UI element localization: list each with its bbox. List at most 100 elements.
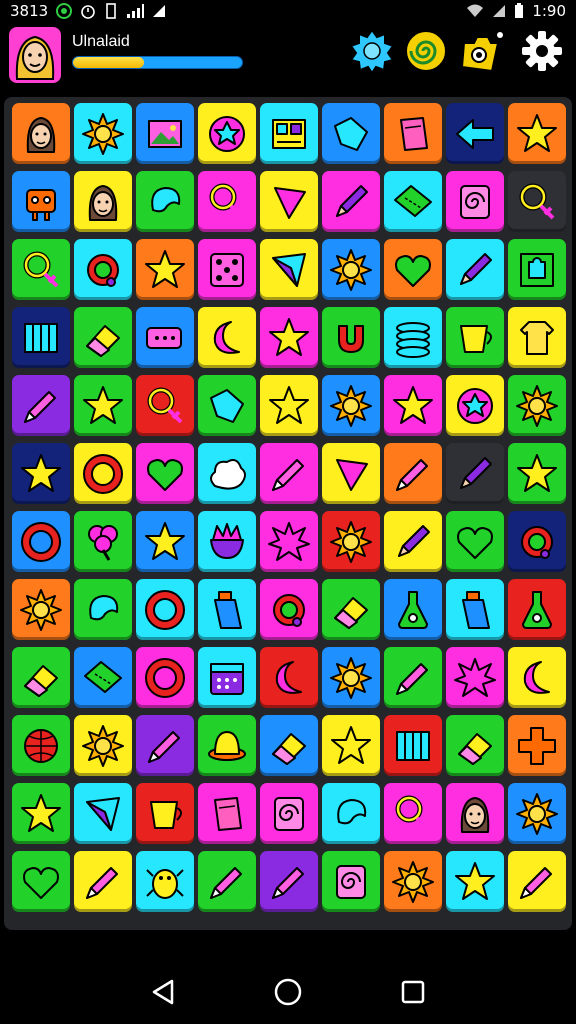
board-tile[interactable] <box>508 783 566 844</box>
board-tile[interactable] <box>508 511 566 572</box>
board-tile[interactable] <box>322 511 380 572</box>
board-tile[interactable] <box>136 511 194 572</box>
board-tile[interactable] <box>260 647 318 708</box>
board-tile[interactable] <box>136 851 194 912</box>
board-tile[interactable] <box>322 239 380 300</box>
board-tile[interactable] <box>260 783 318 844</box>
board-tile[interactable] <box>260 103 318 164</box>
board-tile[interactable] <box>446 851 504 912</box>
board-tile[interactable] <box>508 103 566 164</box>
board-tile[interactable] <box>446 443 504 504</box>
board-tile[interactable] <box>12 579 70 640</box>
board-tile[interactable] <box>322 171 380 232</box>
board-tile[interactable] <box>198 171 256 232</box>
board-tile[interactable] <box>136 443 194 504</box>
board-tile[interactable] <box>508 375 566 436</box>
board-tile[interactable] <box>12 375 70 436</box>
board-tile[interactable] <box>446 307 504 368</box>
board-tile[interactable] <box>446 511 504 572</box>
board-tile[interactable] <box>508 579 566 640</box>
board-tile[interactable] <box>74 443 132 504</box>
board-tile[interactable] <box>74 103 132 164</box>
board-tile[interactable] <box>260 851 318 912</box>
board-tile[interactable] <box>508 171 566 232</box>
board-tile[interactable] <box>136 103 194 164</box>
board-tile[interactable] <box>384 783 442 844</box>
board-tile[interactable] <box>198 851 256 912</box>
avatar[interactable] <box>9 27 61 83</box>
camera-button[interactable] <box>458 27 506 75</box>
board-tile[interactable] <box>74 715 132 776</box>
board-tile[interactable] <box>260 511 318 572</box>
board-tile[interactable] <box>322 375 380 436</box>
board-tile[interactable] <box>74 647 132 708</box>
settings-button[interactable] <box>518 27 566 75</box>
board-tile[interactable] <box>446 715 504 776</box>
board-tile[interactable] <box>384 375 442 436</box>
board-tile[interactable] <box>322 715 380 776</box>
board-tile[interactable] <box>322 307 380 368</box>
board-tile[interactable] <box>74 375 132 436</box>
board-tile[interactable] <box>446 783 504 844</box>
board-tile[interactable] <box>508 239 566 300</box>
board-tile[interactable] <box>446 239 504 300</box>
board-tile[interactable] <box>198 103 256 164</box>
board-tile[interactable] <box>508 851 566 912</box>
board-tile[interactable] <box>384 647 442 708</box>
board-tile[interactable] <box>260 375 318 436</box>
board-tile[interactable] <box>198 443 256 504</box>
board-tile[interactable] <box>446 375 504 436</box>
board-tile[interactable] <box>198 375 256 436</box>
board-tile[interactable] <box>322 783 380 844</box>
board-tile[interactable] <box>260 715 318 776</box>
board-tile[interactable] <box>384 851 442 912</box>
board-tile[interactable] <box>74 511 132 572</box>
board-tile[interactable] <box>384 511 442 572</box>
board-tile[interactable] <box>260 579 318 640</box>
board-tile[interactable] <box>508 715 566 776</box>
board-tile[interactable] <box>74 171 132 232</box>
board-tile[interactable] <box>446 579 504 640</box>
board-tile[interactable] <box>198 579 256 640</box>
gem-button[interactable] <box>348 27 396 75</box>
board-tile[interactable] <box>12 171 70 232</box>
board-tile[interactable] <box>384 307 442 368</box>
board-tile[interactable] <box>384 103 442 164</box>
board-tile[interactable] <box>12 103 70 164</box>
board-tile[interactable] <box>446 647 504 708</box>
back-button[interactable] <box>143 972 183 1012</box>
board-tile[interactable] <box>198 647 256 708</box>
board-tile[interactable] <box>136 171 194 232</box>
board-tile[interactable] <box>12 239 70 300</box>
board-tile[interactable] <box>260 307 318 368</box>
board-tile[interactable] <box>198 783 256 844</box>
board-tile[interactable] <box>322 579 380 640</box>
board-tile[interactable] <box>384 443 442 504</box>
board-tile[interactable] <box>136 239 194 300</box>
board-tile[interactable] <box>260 239 318 300</box>
board-tile[interactable] <box>136 375 194 436</box>
board-tile[interactable] <box>260 443 318 504</box>
board-tile[interactable] <box>12 307 70 368</box>
board-tile[interactable] <box>12 511 70 572</box>
board-tile[interactable] <box>322 443 380 504</box>
board-tile[interactable] <box>508 647 566 708</box>
board-tile[interactable] <box>136 307 194 368</box>
board-tile[interactable] <box>136 783 194 844</box>
board-tile[interactable] <box>12 715 70 776</box>
board-tile[interactable] <box>74 851 132 912</box>
board-tile[interactable] <box>74 783 132 844</box>
recents-button[interactable] <box>393 972 433 1012</box>
board-tile[interactable] <box>136 579 194 640</box>
board-tile[interactable] <box>384 171 442 232</box>
board-tile[interactable] <box>198 239 256 300</box>
board-tile[interactable] <box>322 647 380 708</box>
board-tile[interactable] <box>384 715 442 776</box>
board-tile[interactable] <box>198 511 256 572</box>
board-tile[interactable] <box>508 307 566 368</box>
board-tile[interactable] <box>198 307 256 368</box>
board-tile[interactable] <box>198 715 256 776</box>
board-tile[interactable] <box>322 103 380 164</box>
board-tile[interactable] <box>74 307 132 368</box>
home-button[interactable] <box>268 972 308 1012</box>
